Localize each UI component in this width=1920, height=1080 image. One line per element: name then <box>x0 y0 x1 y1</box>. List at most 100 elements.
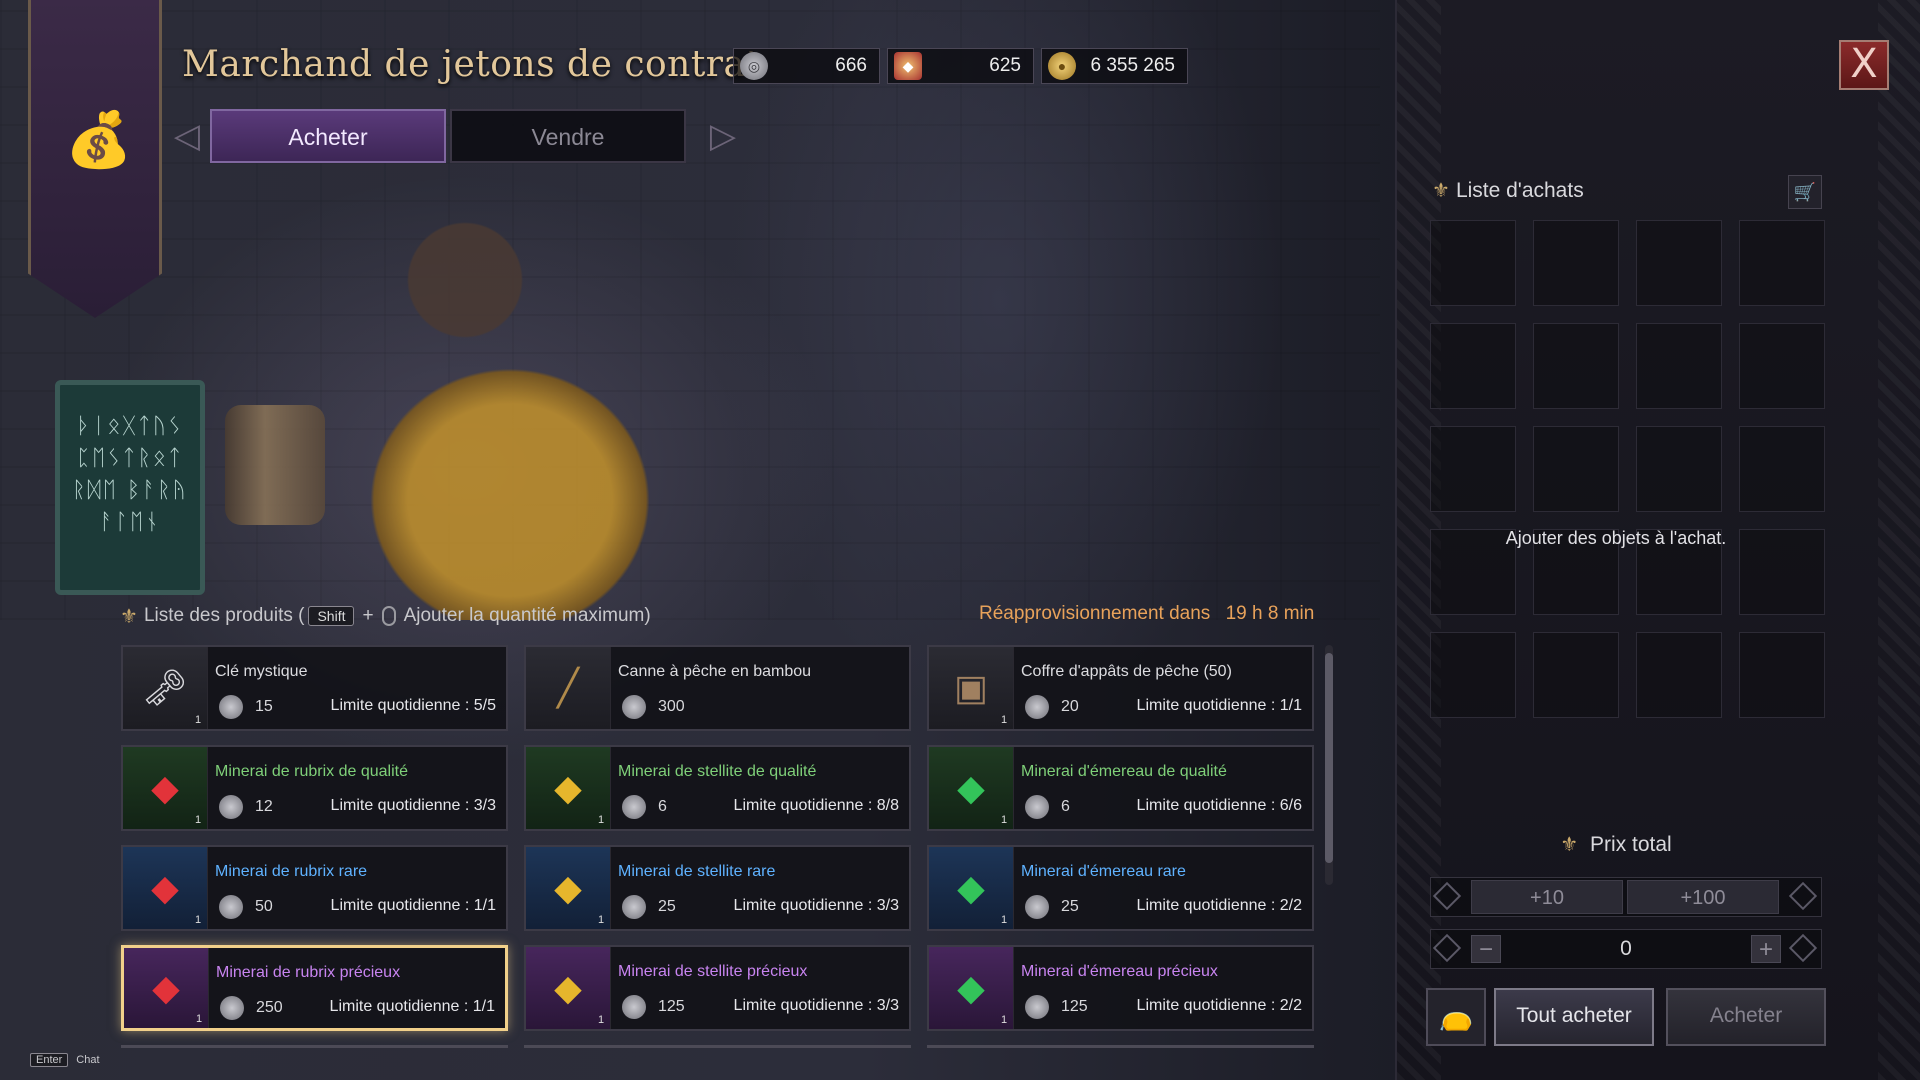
product-list-title: Liste des produits ( <box>143 605 305 626</box>
cart-slot[interactable] <box>1739 632 1825 718</box>
buy-button[interactable]: Acheter <box>1666 988 1826 1046</box>
product-item[interactable]: ◆ 1 Minerai d'émereau de qualité 6 Limite qu… <box>927 745 1314 831</box>
shift-key-hint: Shift <box>308 606 355 626</box>
buy-all-button[interactable]: Tout acheter <box>1494 988 1654 1046</box>
cart-icon[interactable]: 🛒 <box>1788 175 1822 209</box>
product-item[interactable]: ◆ 1 Minerai de rubrix précieux 250 Limite qu… <box>121 945 508 1031</box>
item-name: Minerai de stellite précieux <box>618 963 808 980</box>
cart-slot[interactable] <box>1636 220 1722 306</box>
product-item[interactable]: ◆ 1 Minerai d'émereau rare 25 Limite quotidi… <box>927 845 1314 931</box>
cart-slot[interactable] <box>1739 426 1825 512</box>
item-price: 6 <box>1025 795 1070 819</box>
panel-border-right <box>1878 0 1920 1080</box>
pouch-icon[interactable]: 👝 <box>1426 988 1486 1046</box>
price-value: 15 <box>255 698 273 715</box>
restock-label: Réapprovisionnement dans <box>979 603 1211 624</box>
contract-token-icon <box>219 695 243 719</box>
fleur-icon: ⚜ <box>1432 180 1450 202</box>
daily-limit: Limite quotidienne : 8/8 <box>733 797 899 814</box>
product-item[interactable]: ◆ 1 Minerai de stellite rare 25 Limite quoti… <box>524 845 911 931</box>
item-quantity: 1 <box>1001 1014 1008 1026</box>
item-quantity: 1 <box>195 814 202 826</box>
quantity-stepper: − 0 + <box>1430 929 1822 969</box>
item-quantity: 1 <box>1001 814 1008 826</box>
product-row-partial <box>121 1045 508 1048</box>
price-value: 25 <box>1061 898 1079 915</box>
plus-100-button[interactable]: +100 <box>1627 880 1779 914</box>
cart-slot[interactable] <box>1430 220 1516 306</box>
item-price: 15 <box>219 695 273 719</box>
product-item[interactable]: ◆ 1 Minerai de rubrix rare 50 Limite quotidi… <box>121 845 508 931</box>
cart-slot[interactable] <box>1739 323 1825 409</box>
item-quantity: 1 <box>195 714 202 726</box>
cart-slot[interactable] <box>1533 426 1619 512</box>
cart-slot[interactable] <box>1739 220 1825 306</box>
cart-slot[interactable] <box>1430 632 1516 718</box>
item-name: Minerai d'émereau rare <box>1021 863 1186 880</box>
item-name: Minerai de rubrix précieux <box>216 964 401 981</box>
daily-limit: Limite quotidienne : 3/3 <box>733 997 899 1014</box>
price-value: 125 <box>658 998 685 1015</box>
cart-slot[interactable] <box>1636 426 1722 512</box>
cart-slot[interactable] <box>1430 323 1516 409</box>
item-price: 25 <box>1025 895 1079 919</box>
chat-hint[interactable]: Enter Chat <box>30 1053 100 1067</box>
currency-bar: ◎ 666 ◆ 625 ● 6 355 265 <box>733 48 1188 84</box>
item-price: 20 <box>1025 695 1079 719</box>
contract-token-icon <box>219 795 243 819</box>
increment-button[interactable]: + <box>1751 935 1781 963</box>
quantity-value[interactable]: 0 <box>1491 930 1761 968</box>
price-value: 250 <box>256 999 283 1016</box>
fleur-icon: ⚜ <box>120 605 138 628</box>
merchant-npc <box>300 200 720 620</box>
tab-wing-right-icon: ▷ <box>709 117 737 155</box>
cart-slot[interactable] <box>1430 426 1516 512</box>
close-button[interactable]: X <box>1839 40 1889 90</box>
enter-key-hint: Enter <box>30 1053 69 1067</box>
product-item[interactable]: ▣ 1 Coffre d'appâts de pêche (50) 20 Limite … <box>927 645 1314 731</box>
contract-token-icon <box>1025 995 1049 1019</box>
item-name: Clé mystique <box>215 663 308 680</box>
item-quantity: 1 <box>1001 914 1008 926</box>
quantity-increment-bar: +10 +100 <box>1430 877 1822 917</box>
cart-slot[interactable] <box>1533 323 1619 409</box>
scrollbar-thumb[interactable] <box>1325 653 1333 863</box>
product-scrollbar[interactable] <box>1325 645 1333 885</box>
tab-sell[interactable]: Vendre <box>450 109 686 163</box>
daily-limit: Limite quotidienne : 3/3 <box>733 897 899 914</box>
product-item[interactable]: ◆ 1 Minerai de rubrix de qualité 12 Limite q… <box>121 745 508 831</box>
currency-contract-tokens: ◎ 666 <box>733 48 880 84</box>
cart-slot[interactable] <box>1533 632 1619 718</box>
price-value: 25 <box>658 898 676 915</box>
cart-title: Liste d'achats <box>1455 178 1584 202</box>
daily-limit: Limite quotidienne : 5/5 <box>330 697 496 714</box>
item-name: Minerai de stellite rare <box>618 863 776 880</box>
item-price: 250 <box>220 996 283 1020</box>
diamond-ornament-icon <box>1788 881 1818 911</box>
tab-buy[interactable]: Acheter <box>210 109 446 163</box>
contract-token-icon <box>219 895 243 919</box>
item-name: Minerai d'émereau de qualité <box>1021 763 1227 780</box>
product-item[interactable]: 🗝 1 Clé mystique 15 Limite quotidienne : 5/5 <box>121 645 508 731</box>
contract-token-icon <box>1025 695 1049 719</box>
plus-10-button[interactable]: +10 <box>1471 880 1623 914</box>
merchant-banner: 💰 <box>28 0 162 318</box>
item-name: Minerai de stellite de qualité <box>618 763 817 780</box>
item-quantity: 1 <box>598 1014 605 1026</box>
cart-slot[interactable] <box>1636 323 1722 409</box>
product-item[interactable]: ╱ Canne à pêche en bambou 300 <box>524 645 911 731</box>
cart-header: ⚜ Liste d'achats <box>1432 178 1584 203</box>
item-quantity: 1 <box>598 914 605 926</box>
product-row-partial <box>927 1045 1314 1048</box>
cart-slot[interactable] <box>1636 632 1722 718</box>
diamond-ornament-icon <box>1432 881 1462 911</box>
item-price: 125 <box>1025 995 1088 1019</box>
product-item[interactable]: ◆ 1 Minerai de stellite précieux 125 Limite … <box>524 945 911 1031</box>
cart-slot[interactable] <box>1533 220 1619 306</box>
item-name: Canne à pêche en bambou <box>618 663 812 680</box>
total-price-label: Prix total <box>1590 833 1672 856</box>
contract-token-icon <box>622 995 646 1019</box>
plus-sign: + <box>362 605 374 626</box>
product-item[interactable]: ◆ 1 Minerai d'émereau précieux 125 Limite qu… <box>927 945 1314 1031</box>
product-item[interactable]: ◆ 1 Minerai de stellite de qualité 6 Limite … <box>524 745 911 831</box>
